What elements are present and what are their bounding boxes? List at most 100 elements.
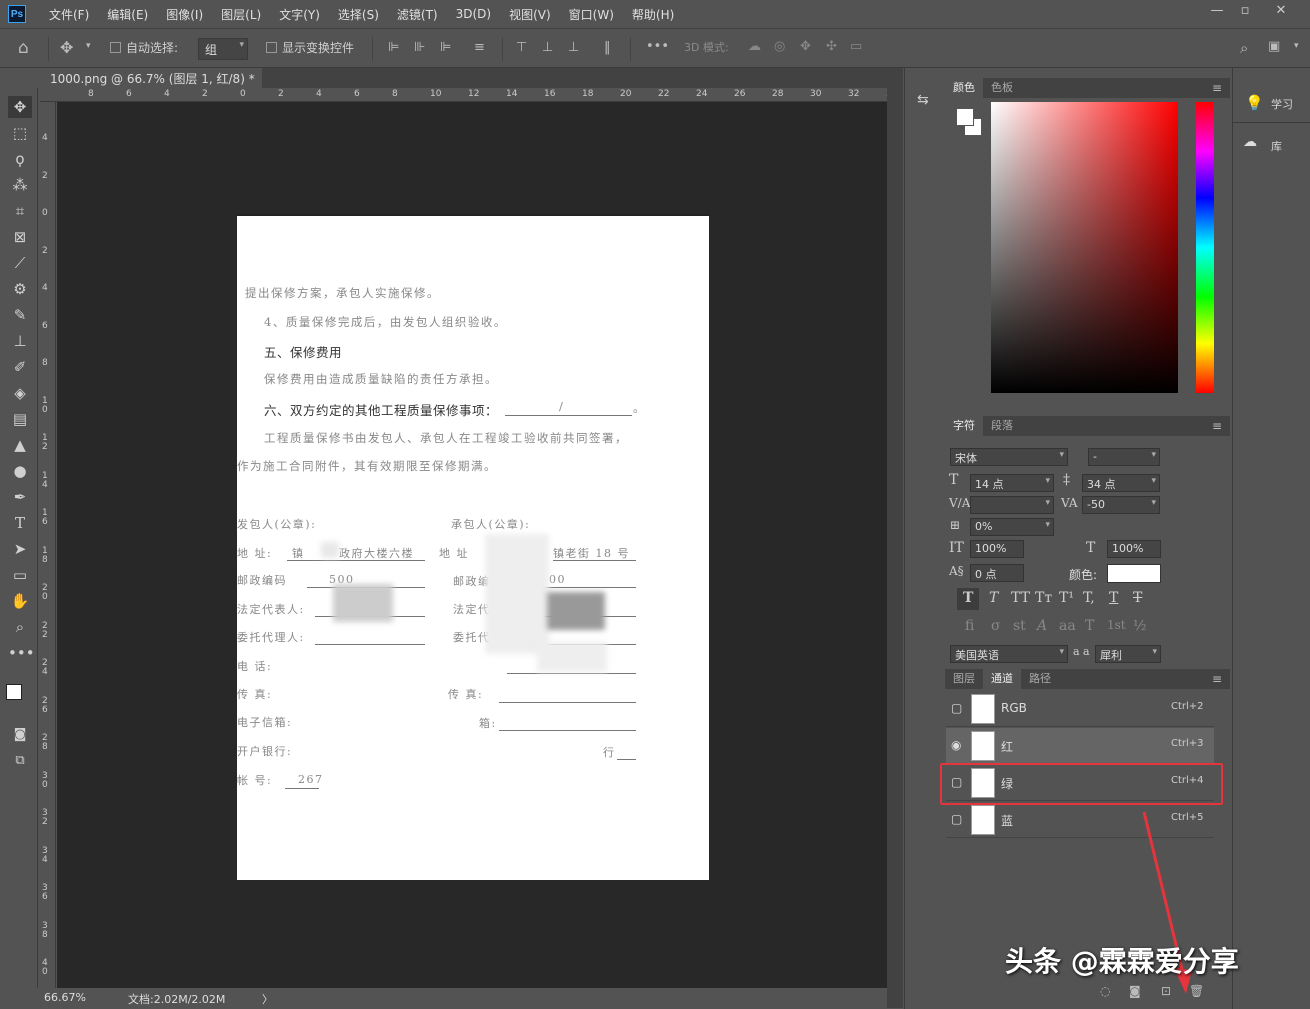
search-icon[interactable]: ⌕	[1240, 39, 1248, 57]
workspace-icon[interactable]: ▣	[1268, 39, 1280, 54]
ordinals-icon[interactable]: 1st	[1107, 618, 1126, 632]
screen-mode-icon[interactable]: ⧉	[8, 750, 32, 772]
color-field[interactable]	[991, 102, 1178, 393]
frame-tool-icon[interactable]: ⊠	[8, 226, 32, 248]
eye-icon[interactable]: ◉	[951, 738, 965, 752]
type-tool-icon[interactable]: T	[8, 512, 32, 534]
quick-mask-icon[interactable]: ◙	[8, 724, 32, 746]
save-selection-icon[interactable]: ◙	[1129, 984, 1141, 998]
channel-row-red[interactable]: ◉ 红 Ctrl+3	[946, 728, 1214, 764]
visibility-toggle[interactable]: ▢	[951, 812, 965, 826]
chevron-down-icon[interactable]: ▾	[1294, 41, 1299, 51]
blur-tool-icon[interactable]: ▲	[8, 434, 32, 456]
minimize-icon[interactable]: —	[1202, 3, 1232, 23]
baseline-field[interactable]: 0 点	[970, 564, 1024, 582]
align-top-icon[interactable]: ⊤	[516, 40, 527, 55]
align-left-icon[interactable]: ⊫	[388, 40, 399, 55]
tracking-field[interactable]: -50 ▾	[1082, 496, 1160, 514]
hand-tool-icon[interactable]: ✋	[8, 590, 32, 612]
strikethrough-icon[interactable]: T	[1133, 590, 1142, 606]
marquee-tool-icon[interactable]: ⬚	[8, 122, 32, 144]
close-window-icon[interactable]: ✕	[1266, 3, 1296, 23]
history-panel-icon[interactable]: ⇆	[917, 92, 929, 108]
anti-alias-select[interactable]: 犀利 ▾	[1095, 645, 1161, 663]
superscript-icon[interactable]: T¹	[1059, 590, 1074, 606]
visibility-toggle[interactable]: ▢	[951, 701, 965, 715]
font-family-select[interactable]: 宋体 ▾	[950, 448, 1068, 466]
menu-view[interactable]: 视图(V)	[500, 6, 560, 23]
crop-tool-icon[interactable]: ⌗	[8, 200, 32, 222]
stamp-tool-icon[interactable]: ⊥	[8, 330, 32, 352]
channel-row-rgb[interactable]: ▢ RGB Ctrl+2	[946, 691, 1214, 727]
menu-layer[interactable]: 图层(L)	[212, 6, 270, 23]
tab-layers[interactable]: 图层	[945, 669, 983, 689]
eyedropper-icon[interactable]: ⟋	[8, 252, 32, 274]
align-right-icon[interactable]: ⊫	[440, 40, 451, 55]
brush-tool-icon[interactable]: ✎	[8, 304, 32, 326]
menu-type[interactable]: 文字(Y)	[270, 6, 329, 23]
gradient-tool-icon[interactable]: ▤	[8, 408, 32, 430]
3d-roll-icon[interactable]: ◎	[774, 39, 785, 54]
more-options-icon[interactable]: •••	[646, 39, 669, 54]
auto-select-checkbox[interactable]: 自动选择:	[110, 39, 178, 56]
swash-icon[interactable]: A	[1037, 618, 1047, 634]
healing-brush-icon[interactable]: ⚙	[8, 278, 32, 300]
titling-alt-icon[interactable]: T	[1085, 618, 1094, 634]
tab-channels[interactable]: 通道	[983, 669, 1021, 689]
text-color-swatch[interactable]	[1107, 564, 1161, 583]
3d-slide-icon[interactable]: ✣	[826, 39, 837, 54]
cloud-library-icon[interactable]: ☁	[1243, 134, 1257, 150]
menu-filter[interactable]: 滤镜(T)	[388, 6, 447, 23]
tab-paragraph[interactable]: 段落	[983, 416, 1021, 436]
horizontal-scale-field[interactable]: 100%	[1107, 540, 1161, 558]
3d-orbit-icon[interactable]: ☁	[748, 39, 761, 54]
ligature-icon[interactable]: fi	[965, 618, 974, 634]
pen-tool-icon[interactable]: ✒	[8, 486, 32, 508]
old-style-icon[interactable]: σ	[991, 618, 1001, 634]
vertical-scale-field[interactable]: 100%	[970, 540, 1024, 558]
kerning-field[interactable]: ▾	[970, 496, 1054, 514]
small-caps-icon[interactable]: Tт	[1035, 590, 1052, 606]
language-select[interactable]: 美国英语 ▾	[950, 645, 1068, 663]
library-label[interactable]: 库	[1271, 138, 1282, 154]
discretionary-ligature-icon[interactable]: st	[1013, 618, 1026, 634]
leading-field[interactable]: 34 点 ▾	[1082, 474, 1160, 492]
path-select-icon[interactable]: ➤	[8, 538, 32, 560]
show-transform-checkbox[interactable]: 显示变换控件	[266, 39, 354, 56]
tab-paths[interactable]: 路径	[1021, 669, 1059, 689]
tab-character[interactable]: 字符	[945, 416, 983, 436]
maximize-icon[interactable]: ▫	[1230, 3, 1260, 23]
foreground-color-swatch[interactable]	[6, 684, 22, 700]
fractions-icon[interactable]: ½	[1133, 618, 1147, 634]
vertical-scrollbar[interactable]	[887, 88, 903, 1008]
align-bottom-icon[interactable]: ⊥	[568, 40, 579, 55]
menu-select[interactable]: 选择(S)	[329, 6, 388, 23]
rectangle-tool-icon[interactable]: ▭	[8, 564, 32, 586]
stylistic-alt-icon[interactable]: aa	[1059, 618, 1076, 634]
color-fg-swatch[interactable]	[956, 108, 974, 126]
document-tab[interactable]: 1000.png @ 66.7% (图层 1, 红/8) * ×	[40, 68, 262, 101]
panel-menu-icon[interactable]: ≡	[1212, 81, 1222, 95]
subscript-icon[interactable]: T,	[1083, 590, 1095, 606]
underline-icon[interactable]: T	[1109, 590, 1118, 606]
distribute-v-icon[interactable]: ‖	[604, 40, 611, 55]
dodge-tool-icon[interactable]: ●	[8, 460, 32, 482]
menu-window[interactable]: 窗口(W)	[560, 6, 623, 23]
move-tool-icon[interactable]: ✥	[60, 38, 73, 57]
distribute-icon[interactable]: ≡	[474, 40, 485, 55]
tab-swatches[interactable]: 色板	[983, 78, 1021, 98]
all-caps-icon[interactable]: TT	[1011, 590, 1030, 606]
align-hcenter-icon[interactable]: ⊪	[414, 40, 425, 55]
faux-italic-icon[interactable]: T	[989, 590, 998, 606]
zoom-level[interactable]: 66.67%	[44, 991, 86, 1004]
menu-edit[interactable]: 编辑(E)	[98, 6, 157, 23]
menu-image[interactable]: 图像(I)	[157, 6, 212, 23]
history-brush-icon[interactable]: ✐	[8, 356, 32, 378]
menu-help[interactable]: 帮助(H)	[623, 6, 683, 23]
lasso-tool-icon[interactable]: ϙ	[8, 148, 32, 170]
zoom-tool-icon[interactable]: ⌕	[8, 616, 32, 638]
font-style-select[interactable]: - ▾	[1088, 448, 1160, 466]
3d-camera-icon[interactable]: ▭	[850, 39, 862, 54]
status-arrow-icon[interactable]: 〉	[262, 991, 273, 1007]
chevron-down-icon[interactable]: ▾	[86, 41, 91, 51]
